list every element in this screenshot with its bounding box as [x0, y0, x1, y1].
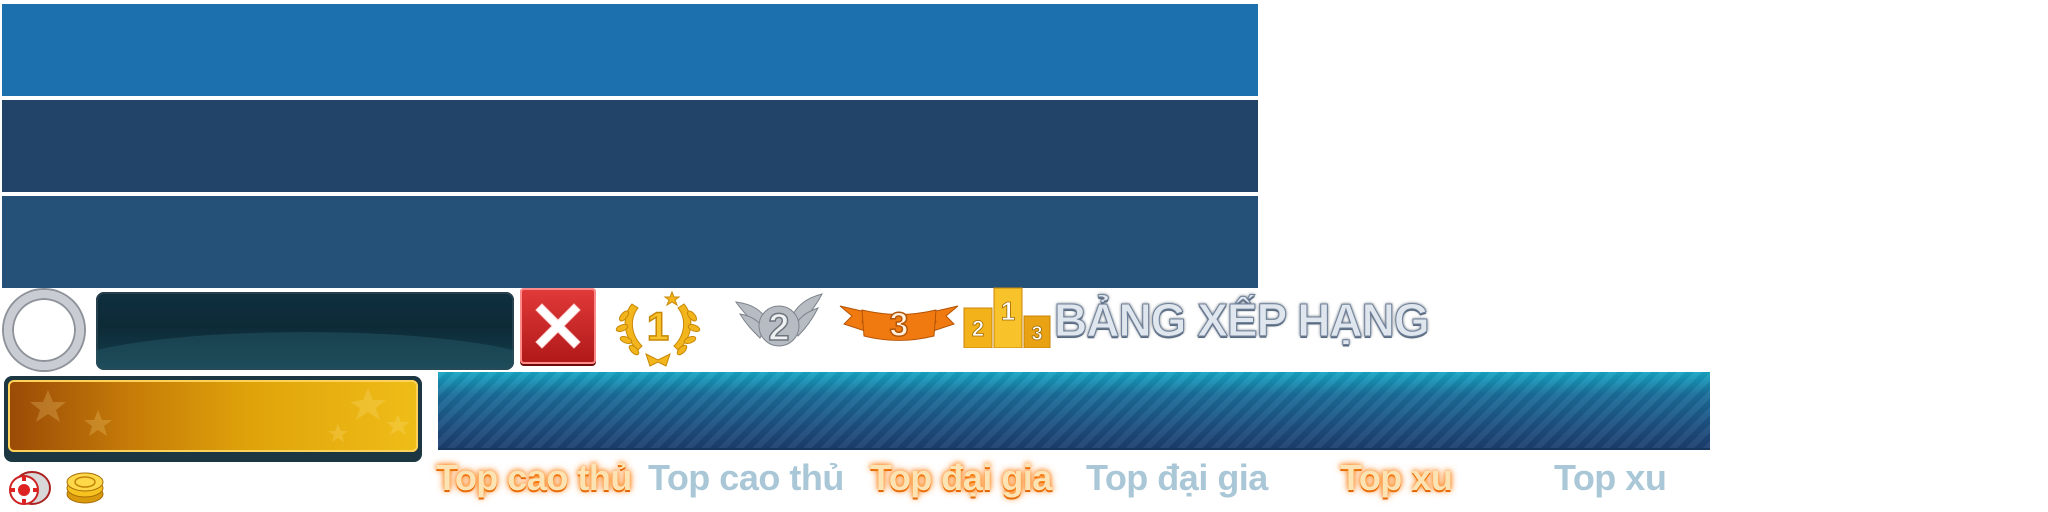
- row-panel-dark: [2, 100, 1258, 192]
- close-x-icon: [535, 303, 581, 349]
- gold-bar-fill: [8, 380, 418, 452]
- avatar-ring-icon: [4, 290, 84, 370]
- rank-1-number: 1: [647, 305, 669, 349]
- blue-header-bar: [438, 372, 1710, 450]
- rank-2-wings-icon: 2: [734, 293, 823, 350]
- rank-2-number: 2: [768, 307, 789, 349]
- podium-place-1: 1: [1001, 296, 1015, 326]
- player-name-box: [96, 292, 514, 370]
- tab-top-cao-thu-active[interactable]: Top cao thủ: [436, 452, 632, 504]
- tab-top-xu[interactable]: Top xu: [1554, 452, 1667, 504]
- row-panel-highlight: [2, 4, 1258, 96]
- podium-place-2: 2: [972, 316, 984, 341]
- row-panel-medium: [2, 196, 1258, 288]
- rank-3-ribbon-icon: 3: [839, 305, 959, 345]
- gold-highlight-bar: [4, 376, 422, 462]
- gold-coin-icon: [66, 472, 104, 504]
- podium-place-3: 3: [1031, 323, 1042, 345]
- leaderboard-title: BẢNG XẾP HẠNG: [1054, 294, 1431, 347]
- rank-1-laurel-icon: 1: [615, 290, 701, 367]
- poker-chip-icon: [9, 471, 51, 505]
- podium-icon: 2 1 3: [963, 287, 1051, 348]
- close-button[interactable]: [520, 288, 596, 364]
- tab-top-dai-gia[interactable]: Top đại gia: [1086, 452, 1268, 504]
- rank-3-number: 3: [890, 306, 909, 344]
- tab-top-dai-gia-active[interactable]: Top đại gia: [870, 452, 1052, 504]
- tab-top-cao-thu[interactable]: Top cao thủ: [648, 452, 844, 504]
- tab-top-xu-active[interactable]: Top xu: [1340, 452, 1453, 504]
